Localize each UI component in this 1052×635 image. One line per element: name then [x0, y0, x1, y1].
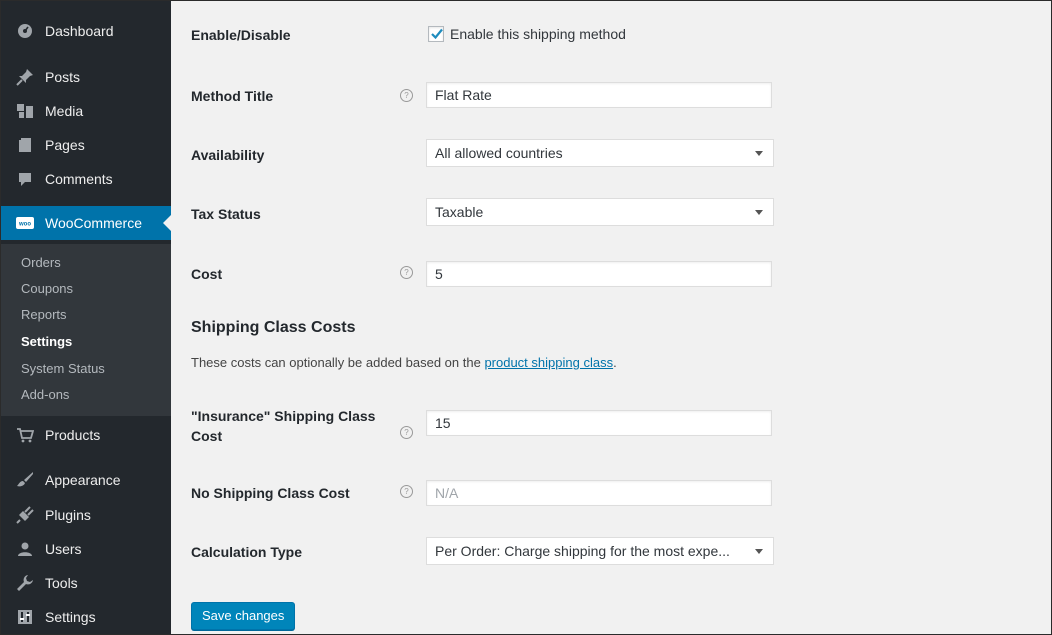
tax-status-select[interactable]: Taxable — [426, 198, 774, 226]
woocommerce-submenu: Orders Coupons Reports Settings System S… — [1, 244, 171, 416]
help-tip-icon[interactable]: ? — [400, 485, 413, 498]
dashboard-icon — [15, 21, 35, 41]
calculation-type-selected-value: Per Order: Charge shipping for the most … — [435, 543, 730, 559]
menu-item-products[interactable]: Products — [1, 418, 171, 452]
insurance-label-line2: Cost — [191, 428, 223, 444]
description-text: These costs can optionally be added base… — [191, 355, 485, 370]
admin-window: Dashboard Posts Media Pages Comments woo… — [0, 0, 1052, 635]
woocommerce-icon: woo — [15, 213, 35, 233]
method-title-input[interactable]: Flat Rate — [426, 82, 772, 108]
menu-item-posts[interactable]: Posts — [1, 60, 171, 94]
checkmark-icon — [431, 28, 443, 40]
menu-item-dashboard[interactable]: Dashboard — [1, 14, 171, 48]
menu-label: Appearance — [45, 472, 121, 488]
shipping-class-costs-heading: Shipping Class Costs — [191, 319, 356, 336]
insurance-label-line1: "Insurance" Shipping Class — [191, 408, 376, 424]
tax-status-label: Tax Status — [191, 206, 261, 222]
menu-label: Posts — [45, 69, 81, 85]
calculation-type-label: Calculation Type — [191, 544, 302, 560]
submenu-item-add-ons[interactable]: Add-ons — [21, 387, 69, 402]
help-tip-icon[interactable]: ? — [400, 426, 413, 439]
menu-label: Tools — [45, 575, 78, 591]
menu-item-appearance[interactable]: Appearance — [1, 463, 171, 497]
chevron-down-icon — [755, 151, 763, 156]
product-shipping-class-link[interactable]: product shipping class — [484, 355, 613, 370]
no-shipping-class-cost-label: No Shipping Class Cost — [191, 485, 350, 501]
woo-logo-text: woo — [18, 222, 31, 228]
plugin-icon — [15, 505, 35, 525]
admin-sidebar: Dashboard Posts Media Pages Comments woo… — [1, 1, 171, 634]
menu-label: Dashboard — [45, 23, 114, 39]
menu-item-users[interactable]: Users — [1, 532, 171, 566]
menu-item-settings[interactable]: Settings — [1, 600, 171, 634]
save-changes-button[interactable]: Save changes — [191, 602, 296, 630]
menu-item-woocommerce[interactable]: woo WooCommerce — [1, 206, 171, 240]
help-tip-icon[interactable]: ? — [400, 266, 413, 279]
availability-selected-value: All allowed countries — [435, 145, 563, 161]
chevron-down-icon — [755, 549, 763, 554]
media-icon — [15, 101, 35, 121]
menu-label: Plugins — [45, 507, 91, 523]
wrench-icon — [15, 573, 35, 593]
enable-shipping-checkbox[interactable] — [428, 26, 444, 42]
menu-label: Users — [45, 541, 82, 557]
cost-label: Cost — [191, 266, 223, 282]
menu-label: Media — [45, 103, 84, 119]
settings-icon — [15, 607, 35, 627]
menu-item-tools[interactable]: Tools — [1, 566, 171, 600]
cost-input[interactable]: 5 — [426, 261, 772, 287]
availability-select[interactable]: All allowed countries — [426, 139, 774, 167]
brush-icon — [15, 470, 35, 490]
shipping-class-costs-description: These costs can optionally be added base… — [191, 355, 617, 370]
menu-item-plugins[interactable]: Plugins — [1, 498, 171, 532]
pushpin-icon — [15, 67, 35, 87]
insurance-cost-label: "Insurance" Shipping Class Cost — [191, 406, 375, 446]
menu-item-media[interactable]: Media — [1, 94, 171, 128]
menu-label: Pages — [45, 137, 85, 153]
pages-icon — [15, 135, 35, 155]
submenu-item-reports[interactable]: Reports — [21, 307, 67, 322]
no-shipping-class-cost-input[interactable]: N/A — [426, 480, 772, 506]
menu-label: Comments — [45, 171, 113, 187]
menu-item-comments[interactable]: Comments — [1, 162, 171, 196]
method-title-label: Method Title — [191, 88, 274, 104]
description-end: . — [613, 355, 617, 370]
submenu-item-coupons[interactable]: Coupons — [21, 281, 73, 296]
menu-label: Products — [45, 427, 101, 443]
enable-disable-label: Enable/Disable — [191, 27, 291, 43]
insurance-cost-input[interactable]: 15 — [426, 410, 772, 436]
shipping-settings-form: Enable/Disable Enable this shipping meth… — [171, 1, 1051, 634]
tax-status-selected-value: Taxable — [435, 204, 484, 220]
help-tip-icon[interactable]: ? — [400, 89, 413, 102]
menu-label: WooCommerce — [45, 215, 142, 231]
enable-shipping-checkbox-label[interactable]: Enable this shipping method — [450, 26, 626, 42]
calculation-type-select[interactable]: Per Order: Charge shipping for the most … — [426, 537, 774, 565]
submenu-item-orders[interactable]: Orders — [21, 255, 61, 270]
chevron-down-icon — [755, 210, 763, 215]
user-icon — [15, 539, 35, 559]
menu-item-pages[interactable]: Pages — [1, 128, 171, 162]
availability-label: Availability — [191, 147, 265, 163]
submenu-item-system-status[interactable]: System Status — [21, 361, 105, 376]
menu-label: Settings — [45, 609, 96, 625]
comment-icon — [15, 169, 35, 189]
submenu-item-settings[interactable]: Settings — [21, 334, 72, 349]
cart-icon — [15, 425, 35, 445]
